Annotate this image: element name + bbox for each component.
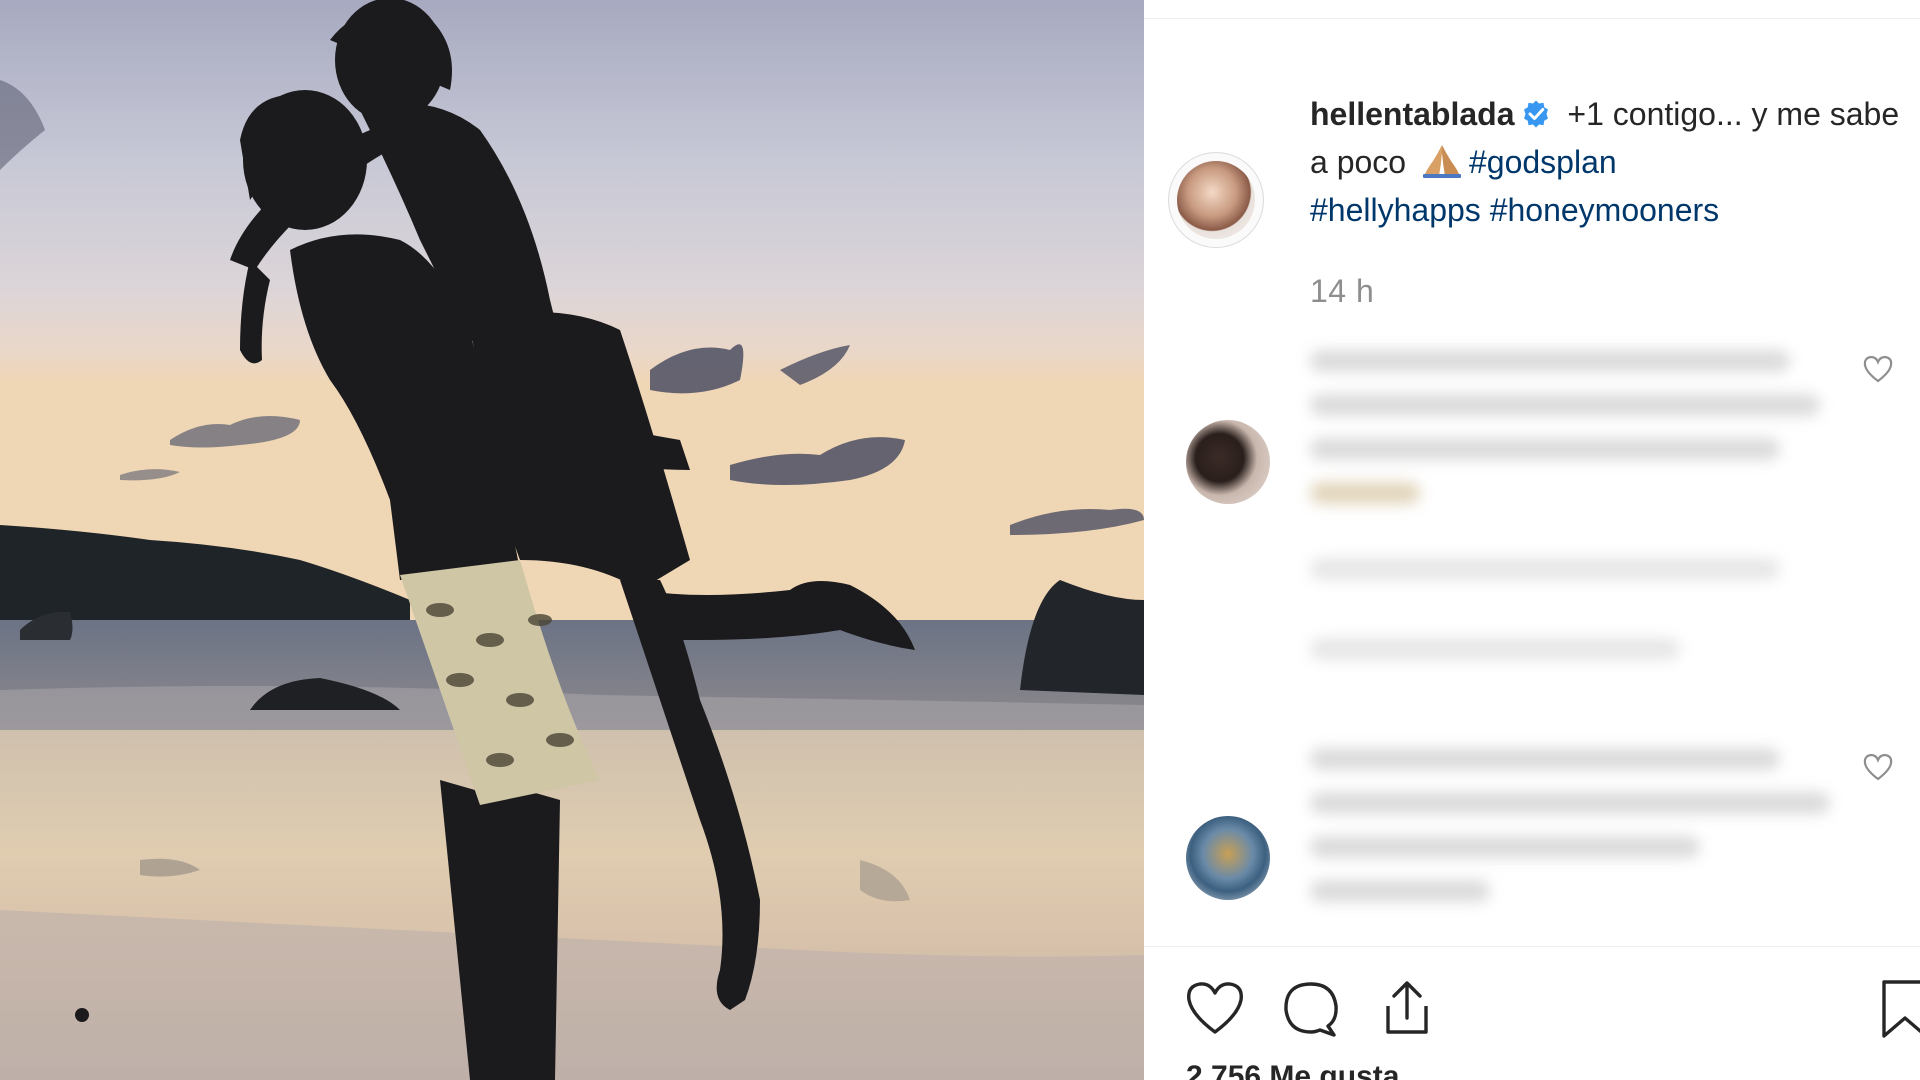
post-timestamp[interactable]: 14 h [1310, 273, 1374, 310]
comment-like-heart-icon[interactable] [1862, 354, 1894, 384]
post-details-panel: hellentablada +1 contigo... y me sabe a … [1144, 0, 1920, 1080]
author-avatar[interactable] [1168, 152, 1264, 248]
blurred-comment-line [1310, 482, 1420, 504]
blurred-comment-line [1310, 394, 1820, 416]
author-username[interactable]: hellentablada [1310, 96, 1515, 132]
heart-icon[interactable] [1184, 978, 1246, 1038]
author-avatar-image [1177, 161, 1255, 239]
blurred-comment-line [1310, 748, 1780, 770]
likes-count[interactable]: 2.756 Me gusta [1186, 1060, 1399, 1080]
folded-hands-emoji-icon [1422, 145, 1461, 178]
commenter-avatar[interactable] [1186, 816, 1270, 900]
post-caption: hellentablada +1 contigo... y me sabe a … [1310, 90, 1900, 234]
comment-icon[interactable] [1280, 978, 1342, 1038]
hashtag-hellyhapps[interactable]: #hellyhapps [1310, 192, 1481, 228]
post-photo[interactable] [0, 0, 1144, 1080]
header-divider [1144, 18, 1920, 19]
hashtag-honeymooners[interactable]: #honeymooners [1490, 192, 1719, 228]
bookmark-icon[interactable] [1874, 978, 1920, 1038]
actions-divider [1144, 946, 1920, 947]
comment-like-heart-icon[interactable] [1862, 752, 1894, 782]
blurred-comment-meta [1310, 558, 1780, 580]
hashtag-godsplan[interactable]: #godsplan [1469, 144, 1617, 180]
blurred-comment-line [1310, 880, 1490, 902]
commenter-avatar[interactable] [1186, 420, 1270, 504]
blurred-comment-line [1310, 792, 1830, 814]
verified-badge-icon [1523, 100, 1548, 128]
beach-couple-silhouette-image [0, 0, 1144, 1080]
blurred-comment-line [1310, 438, 1780, 460]
blurred-comment-line [1310, 836, 1700, 858]
share-icon[interactable] [1376, 978, 1438, 1038]
blurred-comment-line [1310, 350, 1790, 372]
blurred-comment-meta [1310, 638, 1680, 660]
